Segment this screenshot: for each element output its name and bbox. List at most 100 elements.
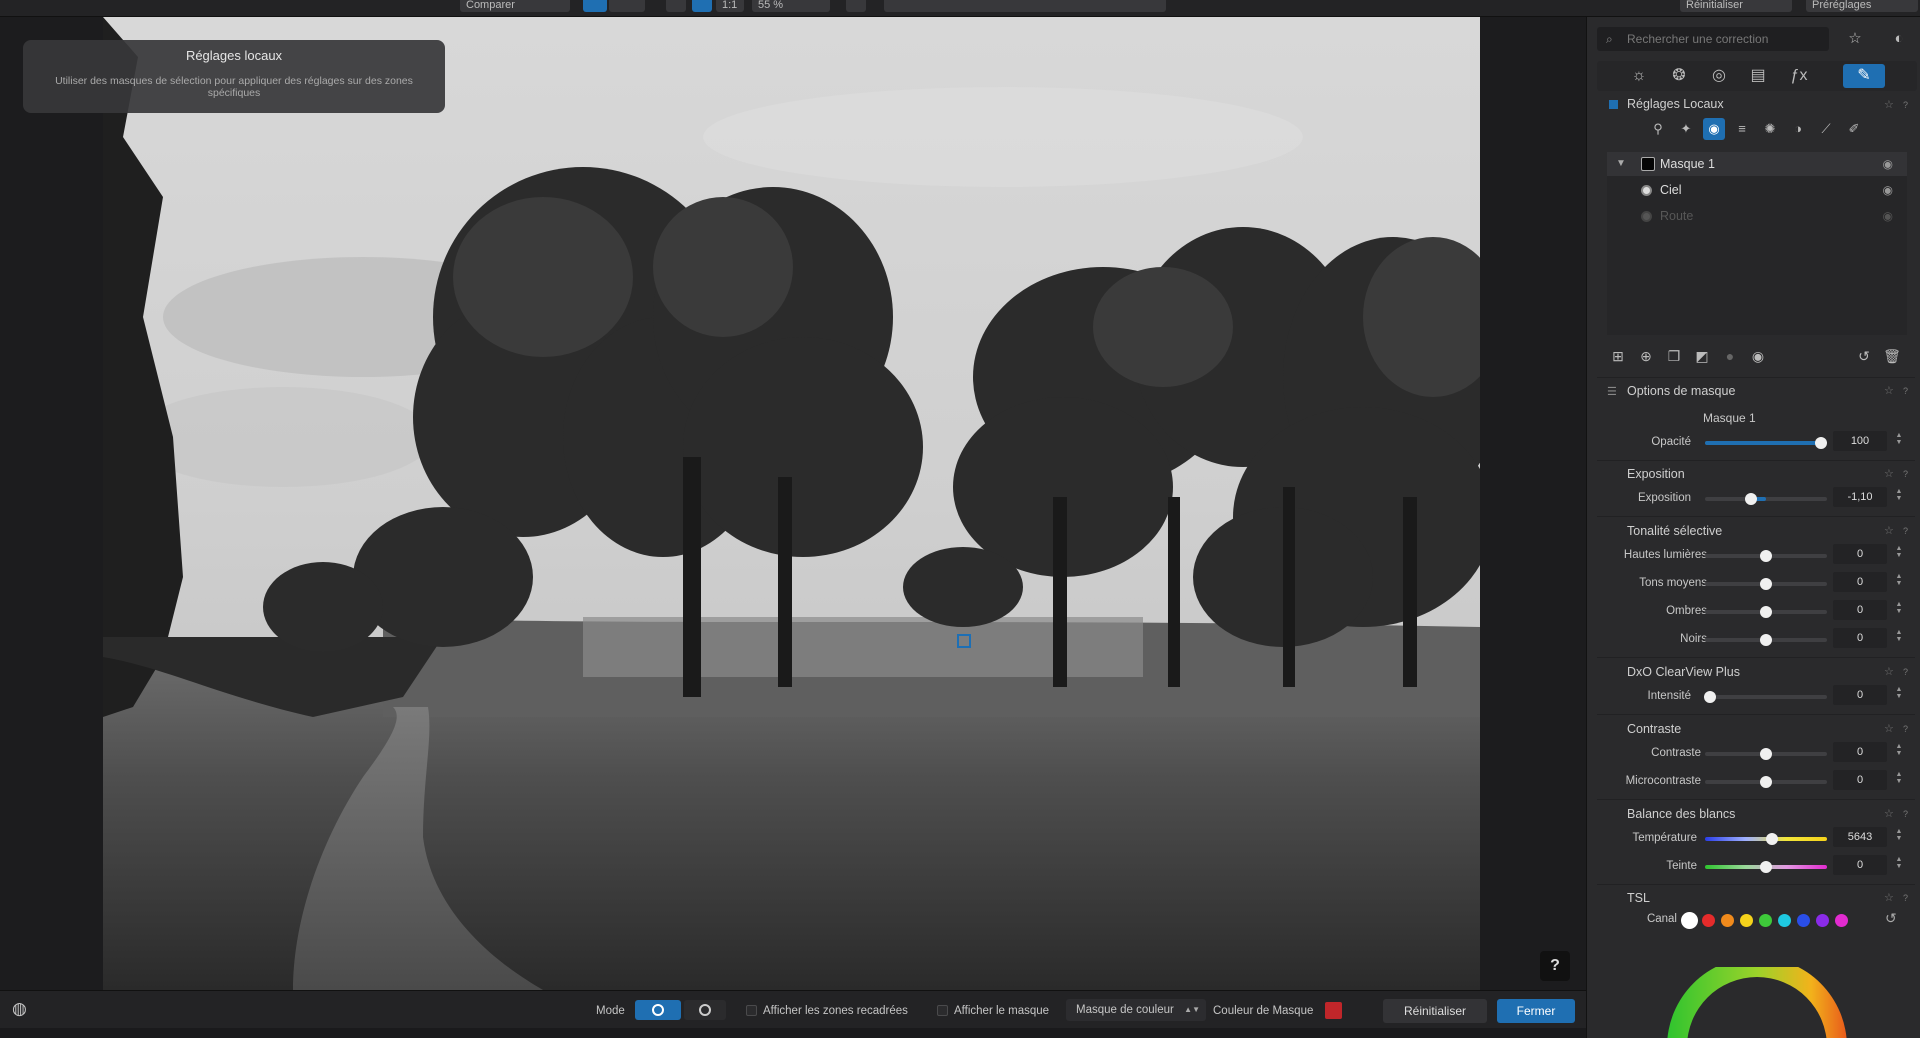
presets-button[interactable]: Préréglages	[1806, 0, 1918, 12]
zoom-tool-button[interactable]	[692, 0, 712, 12]
tab-detail-icon[interactable]: ◎	[1703, 64, 1735, 88]
hand-tool-button[interactable]	[846, 0, 866, 12]
single-view-button[interactable]	[583, 0, 607, 12]
top-reset-button[interactable]: Réinitialiser	[1680, 0, 1792, 12]
radial-icon[interactable]: ◑	[1787, 118, 1809, 140]
mask-tool-icon[interactable]: ◉	[1703, 118, 1725, 140]
section-help-icon[interactable]: ?	[1903, 893, 1908, 903]
eye-icon[interactable]: ◉	[1747, 345, 1769, 367]
local-adjust-star-icon[interactable]: ☆	[1884, 98, 1894, 111]
slider-knob[interactable]	[1760, 578, 1772, 590]
split-view-button[interactable]	[609, 0, 645, 12]
channel-swatch-7[interactable]	[1816, 914, 1829, 927]
stepper-icon[interactable]: ▲ ▼	[1893, 686, 1905, 700]
midtones-slider[interactable]	[1705, 578, 1827, 590]
stepper-icon[interactable]: ▲ ▼	[1893, 432, 1905, 446]
star-icon[interactable]: ☆	[1843, 28, 1867, 50]
help-button[interactable]: ?	[1540, 951, 1570, 981]
sync-icon[interactable]: ◍	[12, 999, 27, 1019]
microcontrast-slider[interactable]	[1705, 776, 1827, 788]
slider-knob[interactable]	[1760, 634, 1772, 646]
fit-button[interactable]	[666, 0, 686, 12]
section-help-icon[interactable]: ?	[1903, 386, 1908, 396]
local-adjust-help-icon[interactable]: ?	[1903, 100, 1908, 110]
compare-button[interactable]: Comparer	[460, 0, 570, 12]
opacity-slider[interactable]	[1705, 437, 1827, 449]
show-crop-checkbox[interactable]	[746, 1005, 757, 1016]
reset-button[interactable]: Réinitialiser	[1383, 999, 1487, 1023]
contrast-value[interactable]: 0	[1833, 742, 1887, 762]
hue-wheel[interactable]	[1657, 967, 1857, 1038]
section-star-icon[interactable]: ☆	[1884, 722, 1894, 735]
eye-icon[interactable]: ◉	[1883, 178, 1893, 202]
mask-row-ciel[interactable]: Ciel ◉	[1607, 178, 1907, 202]
blacks-slider[interactable]	[1705, 634, 1827, 646]
brush-point-icon[interactable]: ✦	[1675, 118, 1697, 140]
tab-geometry-icon[interactable]: ▤	[1742, 64, 1774, 88]
mask-type-select[interactable]: Masque de couleur ▲▼	[1066, 999, 1206, 1021]
slider-knob[interactable]	[1766, 833, 1779, 845]
add-submask-icon[interactable]: ⊕	[1635, 345, 1657, 367]
eye-icon[interactable]: ◉	[1883, 152, 1893, 176]
add-mask-icon[interactable]: ⊞	[1607, 345, 1629, 367]
section-star-icon[interactable]: ☆	[1884, 807, 1894, 820]
channel-swatch-1[interactable]	[1702, 914, 1715, 927]
auto-mask-icon[interactable]: ✺	[1759, 118, 1781, 140]
tint-value[interactable]: 0	[1833, 855, 1887, 875]
mask-color-swatch[interactable]	[1325, 1002, 1342, 1019]
highlights-slider[interactable]	[1705, 550, 1827, 562]
tool-strip[interactable]	[884, 0, 1166, 12]
channel-swatch-8[interactable]	[1835, 914, 1848, 927]
mask-control-point[interactable]	[957, 634, 971, 648]
section-star-icon[interactable]: ☆	[1884, 384, 1894, 397]
section-star-icon[interactable]: ☆	[1884, 665, 1894, 678]
mask-row-masque1[interactable]: ▼ Masque 1 ◉	[1607, 152, 1907, 176]
close-button[interactable]: Fermer	[1497, 999, 1575, 1023]
slider-knob[interactable]	[1760, 861, 1772, 873]
duplicate-icon[interactable]: ❐	[1663, 345, 1685, 367]
temperature-slider[interactable]	[1705, 833, 1827, 845]
shadows-slider[interactable]	[1705, 606, 1827, 618]
slider-knob[interactable]	[1760, 606, 1772, 618]
channel-swatch-6[interactable]	[1797, 914, 1810, 927]
show-mask-checkbox[interactable]	[937, 1005, 948, 1016]
invert-icon[interactable]: ◩	[1691, 345, 1713, 367]
slider-knob[interactable]	[1760, 748, 1772, 760]
tab-local-adjust-icon[interactable]: ✎	[1843, 64, 1885, 88]
blacks-value[interactable]: 0	[1833, 628, 1887, 648]
stepper-icon[interactable]: ▲ ▼	[1893, 743, 1905, 757]
tab-color-icon[interactable]: ❂	[1663, 64, 1695, 88]
intensity-value[interactable]: 0	[1833, 685, 1887, 705]
eye-icon[interactable]: ◉	[1883, 204, 1893, 228]
section-star-icon[interactable]: ☆	[1884, 891, 1894, 904]
stepper-icon[interactable]: ▲ ▼	[1893, 545, 1905, 559]
slider-knob[interactable]	[1760, 776, 1772, 788]
correction-search-input[interactable]: ⌕ Rechercher une correction	[1597, 27, 1829, 51]
channel-swatch-4[interactable]	[1759, 914, 1772, 927]
slider-knob[interactable]	[1745, 493, 1758, 505]
stepper-icon[interactable]: ▲ ▼	[1893, 488, 1905, 502]
intensity-slider[interactable]	[1703, 691, 1827, 703]
exposure-value[interactable]: -1,10	[1833, 487, 1887, 507]
section-help-icon[interactable]: ?	[1903, 526, 1908, 536]
section-help-icon[interactable]: ?	[1903, 809, 1908, 819]
control-point-icon[interactable]: ⚲	[1647, 118, 1669, 140]
slider-knob[interactable]	[1760, 550, 1772, 562]
combine-icon[interactable]: ●	[1719, 345, 1741, 367]
section-help-icon[interactable]: ?	[1903, 667, 1908, 677]
section-star-icon[interactable]: ☆	[1884, 467, 1894, 480]
channel-swatch-2[interactable]	[1721, 914, 1734, 927]
mask-row-route[interactable]: Route ◉	[1607, 204, 1907, 228]
tint-slider[interactable]	[1705, 861, 1827, 873]
tab-light-icon[interactable]: ☼	[1623, 64, 1655, 88]
slider-knob[interactable]	[1703, 691, 1716, 703]
tab-effects-icon[interactable]: ƒx	[1783, 64, 1815, 88]
slider-knob[interactable]	[1814, 437, 1827, 449]
stepper-icon[interactable]: ▲ ▼	[1893, 771, 1905, 785]
shadows-value[interactable]: 0	[1833, 600, 1887, 620]
contrast-slider[interactable]	[1705, 748, 1827, 760]
exposure-slider[interactable]	[1705, 493, 1827, 505]
opacity-value[interactable]: 100	[1833, 431, 1887, 451]
stepper-icon[interactable]: ▲ ▼	[1893, 573, 1905, 587]
gradient-icon[interactable]: ≡	[1731, 118, 1753, 140]
